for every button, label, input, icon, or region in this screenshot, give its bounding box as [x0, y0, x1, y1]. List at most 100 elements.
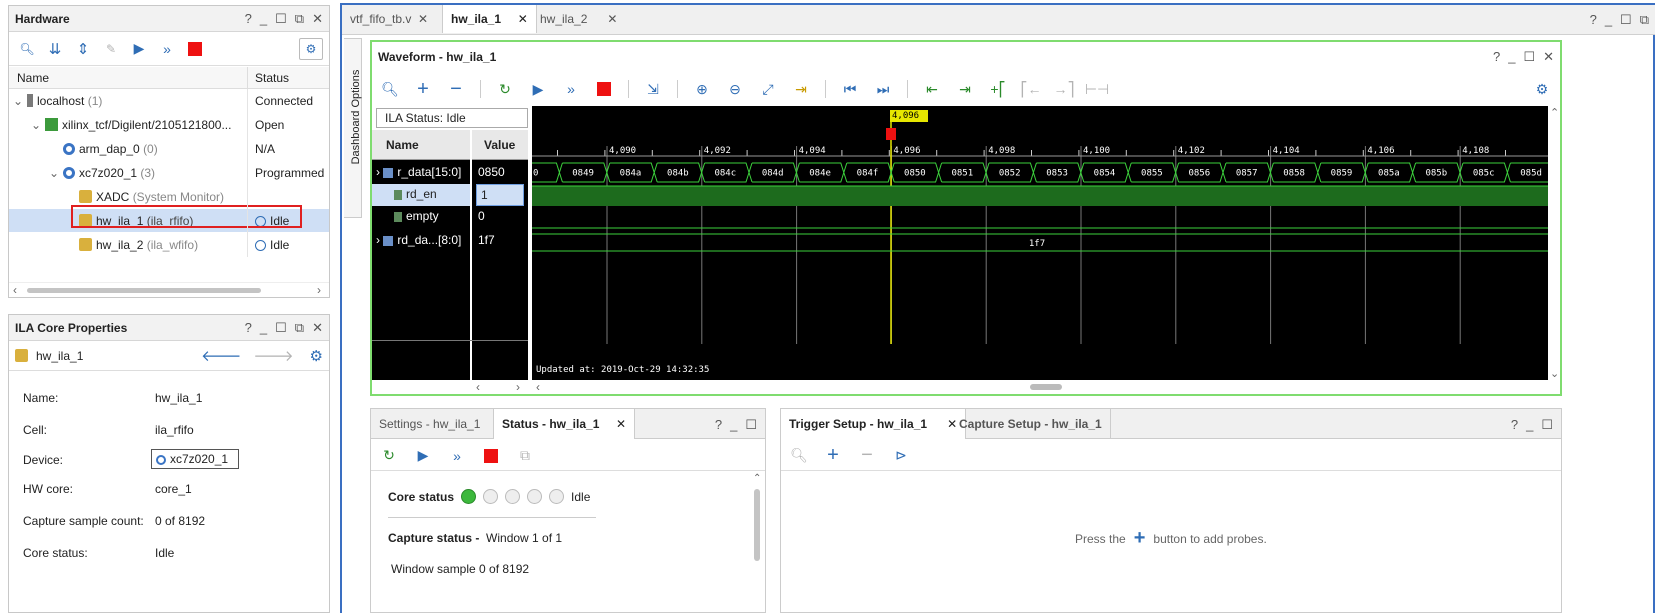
- help-icon[interactable]: ?: [1511, 417, 1518, 433]
- scroll-left-icon[interactable]: ‹: [536, 380, 540, 394]
- chevron-down-icon[interactable]: ⌄: [45, 166, 63, 180]
- name-scrollbar[interactable]: ‹ ›: [472, 380, 528, 394]
- tab-capture-setup[interactable]: Capture Setup - hw_ila_1: [951, 409, 1111, 439]
- tree-row-arm-dap[interactable]: arm_dap_0 (0) N/A: [9, 137, 329, 160]
- go-to-cursor-icon[interactable]: ⇥: [789, 78, 813, 100]
- tab-status[interactable]: Status - hw_ila_1 ✕: [493, 409, 636, 439]
- dashboard-options-tab[interactable]: Dashboard Options: [344, 38, 362, 218]
- close-icon[interactable]: ✕: [1543, 49, 1554, 65]
- add-marker-icon[interactable]: +⎡: [986, 78, 1010, 100]
- run-immediate-icon[interactable]: »: [559, 78, 583, 100]
- autotrigger-icon[interactable]: ↻: [377, 445, 401, 467]
- maximize-icon[interactable]: ☐: [1523, 49, 1535, 65]
- help-icon[interactable]: ?: [1590, 12, 1597, 28]
- minimize-icon[interactable]: _: [260, 320, 267, 336]
- settings-icon[interactable]: ⚙: [299, 37, 323, 60]
- zoom-in-icon[interactable]: ⊕: [690, 78, 714, 100]
- float-icon[interactable]: ⧉: [1640, 12, 1649, 28]
- swap-cursors-icon[interactable]: ⊢⊣: [1085, 78, 1109, 100]
- search-icon[interactable]: 🔍︎: [787, 445, 811, 467]
- maximize-icon[interactable]: ☐: [745, 417, 757, 433]
- minimize-icon[interactable]: _: [260, 11, 267, 27]
- close-icon[interactable]: ✕: [518, 12, 528, 26]
- scroll-right-icon[interactable]: ›: [516, 380, 520, 394]
- signal-row[interactable]: › r_data[15:0]: [372, 162, 470, 184]
- help-icon[interactable]: ?: [245, 11, 252, 27]
- float-icon[interactable]: ⧉: [295, 320, 304, 336]
- tab-trigger-setup[interactable]: Trigger Setup - hw_ila_1 ✕: [781, 409, 967, 439]
- add-probe-icon[interactable]: +: [821, 444, 845, 467]
- chevron-down-icon[interactable]: ⌄: [9, 94, 27, 108]
- horizontal-scrollbar[interactable]: ‹ ›: [9, 282, 329, 297]
- expand-all-icon[interactable]: ⇕: [71, 38, 95, 60]
- maximize-icon[interactable]: ☐: [275, 11, 287, 27]
- waveform-canvas[interactable]: 4,090 4,092 4,094 4,096 4,098 4,100 4,102 4,104…: [532, 106, 1548, 380]
- scrollbar-thumb[interactable]: [1030, 384, 1062, 390]
- signal-row[interactable]: empty: [372, 206, 470, 228]
- trigger-condition-icon[interactable]: ⊳: [889, 445, 913, 467]
- tree-row-device[interactable]: ⌄ xc7z020_1 (3) Programmed: [9, 161, 329, 184]
- help-icon[interactable]: ?: [715, 417, 722, 433]
- tab-settings[interactable]: Settings - hw_ila_1: [371, 409, 488, 439]
- collapse-all-icon[interactable]: ⇊: [43, 38, 67, 60]
- scroll-down-icon[interactable]: ⌄: [1550, 367, 1559, 380]
- tab-vtf-fifo-tb[interactable]: vtf_fifo_tb.v ✕: [342, 5, 436, 33]
- stop-icon[interactable]: [479, 445, 503, 467]
- close-icon[interactable]: ✕: [607, 12, 617, 26]
- scrollbar-thumb[interactable]: [27, 288, 261, 293]
- previous-marker-icon[interactable]: ⎡←: [1019, 78, 1043, 100]
- float-icon[interactable]: ⧉: [295, 11, 304, 27]
- tree-row-target[interactable]: ⌄ xilinx_tcf/Digilent/2105121800... Open: [9, 113, 329, 136]
- go-to-start-icon[interactable]: ⏮: [838, 78, 862, 100]
- zoom-out-icon[interactable]: ⊖: [723, 78, 747, 100]
- signal-row[interactable]: rd_en: [372, 184, 470, 206]
- next-marker-icon[interactable]: →⎤: [1052, 78, 1076, 100]
- scroll-up-icon[interactable]: ⌃: [753, 473, 761, 484]
- horizontal-scrollbar[interactable]: ‹: [532, 380, 1548, 394]
- minimize-icon[interactable]: _: [730, 417, 737, 433]
- maximize-icon[interactable]: ☐: [275, 320, 287, 336]
- help-icon[interactable]: ?: [245, 320, 252, 336]
- run-trigger-icon[interactable]: ▶: [526, 78, 550, 100]
- add-icon[interactable]: +: [411, 78, 435, 100]
- stop-icon[interactable]: [592, 78, 616, 100]
- scroll-left-icon[interactable]: ‹: [13, 283, 17, 297]
- export-icon[interactable]: ⇲: [641, 78, 665, 100]
- scrollbar-thumb[interactable]: [754, 489, 760, 561]
- scroll-up-icon[interactable]: ⌃: [1550, 106, 1559, 119]
- scroll-right-icon[interactable]: ›: [317, 283, 321, 297]
- stop-icon[interactable]: [183, 38, 207, 60]
- chevron-right-icon[interactable]: ›: [376, 165, 380, 179]
- settings-icon[interactable]: ⚙: [310, 347, 323, 365]
- run-trigger-icon[interactable]: ▶: [411, 445, 435, 467]
- link-icon[interactable]: ⧉: [513, 445, 537, 467]
- device-link[interactable]: xc7z020_1: [151, 449, 239, 469]
- chevron-right-icon[interactable]: ›: [376, 233, 380, 247]
- autotrigger-icon[interactable]: ↻: [493, 78, 517, 100]
- minimize-icon[interactable]: _: [1508, 49, 1515, 65]
- tab-hw-ila-1[interactable]: hw_ila_1 ✕: [442, 5, 537, 33]
- previous-transition-icon[interactable]: ⇤: [920, 78, 944, 100]
- scroll-left-icon[interactable]: ‹: [476, 380, 480, 394]
- zoom-fit-icon[interactable]: ⤢: [756, 78, 780, 100]
- tree-row-hw-ila-2[interactable]: hw_ila_2 (ila_wfifo) Idle: [9, 233, 329, 256]
- close-icon[interactable]: ✕: [418, 12, 428, 26]
- close-icon[interactable]: ✕: [312, 320, 323, 336]
- back-arrow-icon[interactable]: 🡐: [201, 346, 241, 365]
- help-icon[interactable]: ?: [1493, 49, 1500, 65]
- signal-row[interactable]: › rd_da...[8:0]: [372, 230, 470, 252]
- search-icon[interactable]: 🔍︎: [15, 38, 39, 60]
- close-icon[interactable]: ✕: [312, 11, 323, 27]
- next-transition-icon[interactable]: ⇥: [953, 78, 977, 100]
- run-immediate-icon[interactable]: »: [445, 445, 469, 467]
- disconnect-icon[interactable]: ✎: [99, 38, 123, 60]
- maximize-icon[interactable]: ☐: [1620, 12, 1632, 28]
- forward-arrow-icon[interactable]: 🡒: [253, 346, 293, 365]
- minimize-icon[interactable]: _: [1526, 417, 1533, 433]
- minimize-icon[interactable]: _: [1605, 12, 1612, 28]
- vertical-scrollbar[interactable]: ⌃ ⌄: [1548, 106, 1560, 380]
- remove-probe-icon[interactable]: −: [855, 444, 879, 467]
- search-icon[interactable]: 🔍︎: [378, 78, 402, 100]
- maximize-icon[interactable]: ☐: [1541, 417, 1553, 433]
- close-icon[interactable]: ✕: [616, 417, 626, 431]
